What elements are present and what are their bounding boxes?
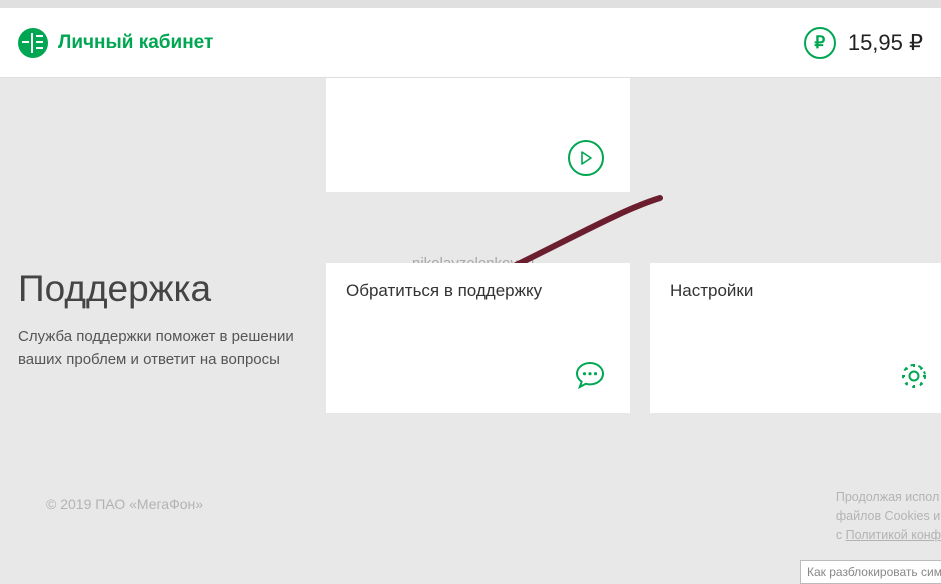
cookies-line: Продолжая испол xyxy=(836,488,941,507)
support-card-title: Обратиться в поддержку xyxy=(346,281,610,301)
chat-icon xyxy=(572,358,608,399)
privacy-policy-link[interactable]: Политикой конф xyxy=(846,528,941,542)
play-icon[interactable] xyxy=(568,140,604,176)
cookies-prefix: с xyxy=(836,528,846,542)
media-card[interactable] xyxy=(326,78,630,192)
gear-icon xyxy=(896,358,932,399)
settings-card-title: Настройки xyxy=(670,281,934,301)
main: nikolayzelenkov.ru Поддержка Служба подд… xyxy=(0,78,941,579)
header-balance[interactable]: ₽ 15,95 ₽ xyxy=(804,27,923,59)
cookies-line: с Политикой конф xyxy=(836,526,941,545)
header-title: Личный кабинет xyxy=(58,32,213,54)
search-suggest-input[interactable]: Как разблокировать симкар xyxy=(800,560,941,584)
section-description: Служба поддержки поможет в решении ваших… xyxy=(18,326,308,371)
footer-cookies: Продолжая испол файлов Cookies и с Полит… xyxy=(836,488,941,544)
footer-copyright: © 2019 ПАО «МегаФон» xyxy=(46,496,203,512)
ruble-icon: ₽ xyxy=(804,27,836,59)
settings-card[interactable]: Настройки xyxy=(650,263,941,413)
header: Личный кабинет ₽ 15,95 ₽ xyxy=(0,0,941,78)
header-left: Личный кабинет xyxy=(18,28,213,58)
support-card[interactable]: Обратиться в поддержку xyxy=(326,263,630,413)
section-title: Поддержка xyxy=(18,268,211,310)
cookies-line: файлов Cookies и xyxy=(836,507,941,526)
brand-logo-icon xyxy=(18,28,48,58)
balance-value: 15,95 ₽ xyxy=(848,30,923,56)
